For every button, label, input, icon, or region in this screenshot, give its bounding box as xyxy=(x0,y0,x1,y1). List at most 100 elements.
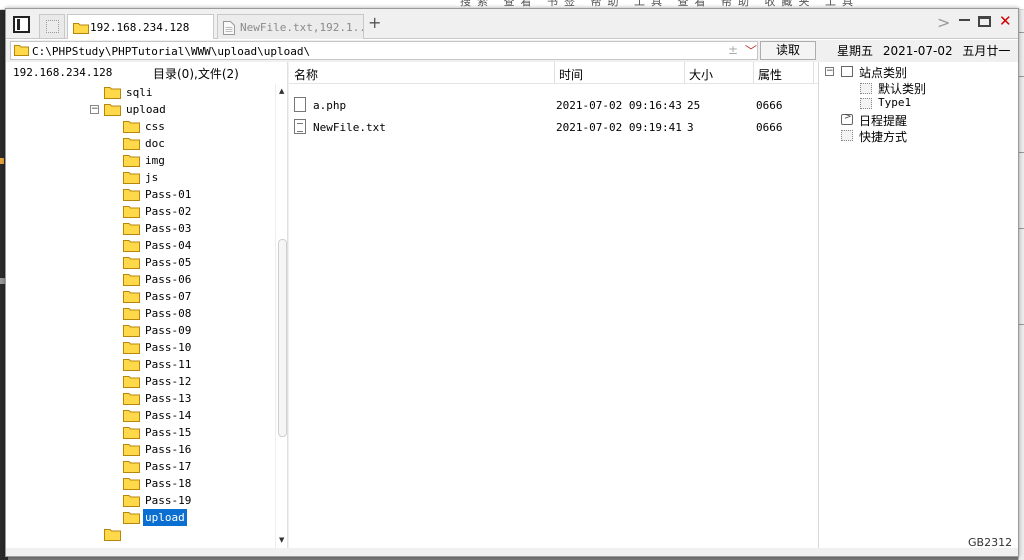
collapse-icon[interactable]: − xyxy=(90,105,99,114)
server-ip: 192.168.234.128 xyxy=(13,66,113,79)
text-file-icon xyxy=(294,119,306,134)
folder-icon xyxy=(123,426,140,444)
folder-icon xyxy=(123,358,140,376)
tree-item-label: Pass-05 xyxy=(145,256,192,269)
shortcut-icon xyxy=(841,130,853,141)
folder-icon xyxy=(123,341,140,359)
column-attr[interactable]: 属性 xyxy=(758,66,782,83)
folder-icon xyxy=(104,86,121,104)
site-panel: − 站点类别 默认类别 Type1 日程提醒 快捷方式 xyxy=(819,62,1018,548)
file-manager-window: 192.168.234.128 NewFile.txt,192.1... + >… xyxy=(5,8,1019,557)
date-info: 星期五 2021-07-02 五月廿一 xyxy=(837,42,1016,59)
favorite-icon[interactable]: ± xyxy=(728,43,738,57)
file-time: 2021-07-02 09:16:43 xyxy=(556,99,682,112)
close-button[interactable]: ✕ xyxy=(999,12,1012,30)
chevron-down-icon[interactable]: ﹀ xyxy=(745,42,757,59)
directory-tree: sqli upload − css doc img js Pass-01 Pass-02 Pass… xyxy=(6,84,275,548)
column-time[interactable]: 时间 xyxy=(559,66,583,83)
path-input[interactable] xyxy=(32,43,722,59)
file-name: NewFile.txt xyxy=(313,121,386,134)
tree-item-label: img xyxy=(145,154,165,167)
tree-item-label: Pass-03 xyxy=(145,222,192,235)
file-row[interactable]: NewFile.txt 2021-07-02 09:19:41 3 0666 xyxy=(289,116,818,138)
minimize-button[interactable] xyxy=(959,19,970,21)
type1-item[interactable]: Type1 xyxy=(878,96,911,109)
tree-item-label: Pass-13 xyxy=(145,392,192,405)
folder-icon xyxy=(123,494,140,512)
tab-label: NewFile.txt,192.1... xyxy=(240,21,364,34)
folder-icon xyxy=(123,273,140,291)
file-size: 3 xyxy=(687,121,694,134)
folder-icon xyxy=(123,477,140,495)
scroll-thumb[interactable] xyxy=(278,239,287,437)
tree-item-label: Pass-09 xyxy=(145,324,192,337)
tab-label: 192.168.234.128 xyxy=(90,21,190,34)
tree-item-label: Pass-06 xyxy=(145,273,192,286)
tree-item-label: Pass-07 xyxy=(145,290,192,303)
file-list-header: 名称 时间 大小 属性 xyxy=(289,62,818,84)
folder-icon xyxy=(14,44,29,59)
folder-icon xyxy=(123,307,140,325)
default-category-icon xyxy=(860,83,872,94)
file-list: 名称 时间 大小 属性 a.php 2021-07-02 09:16:43 25… xyxy=(289,62,818,548)
site-category[interactable]: 站点类别 xyxy=(859,64,907,81)
tree-item-label: doc xyxy=(145,137,165,150)
folder-summary: 目录(0),文件(2) xyxy=(153,67,239,81)
column-name[interactable]: 名称 xyxy=(294,66,318,83)
folder-icon xyxy=(123,188,140,206)
tab-server[interactable]: 192.168.234.128 xyxy=(67,14,214,39)
tree-item-label: Pass-16 xyxy=(145,443,192,456)
file-attr: 0666 xyxy=(756,121,783,134)
tree-item-label: Pass-04 xyxy=(145,239,192,252)
type1-icon xyxy=(860,98,872,109)
panel-toggle-icon[interactable] xyxy=(13,16,30,33)
php-file-icon xyxy=(294,97,306,112)
folder-icon xyxy=(104,103,121,121)
left-panel-header: 192.168.234.128 目录(0),文件(2) xyxy=(6,62,287,84)
tree-item-label: Pass-17 xyxy=(145,460,192,473)
scroll-down-icon[interactable]: ▼ xyxy=(279,536,284,544)
folder-icon xyxy=(123,239,140,257)
tree-item-label: Pass-11 xyxy=(145,358,192,371)
scroll-up-icon[interactable]: ▲ xyxy=(279,87,284,95)
tree-item-label: Pass-10 xyxy=(145,341,192,354)
shortcuts[interactable]: 快捷方式 xyxy=(859,128,907,145)
folder-icon xyxy=(123,290,140,308)
tree-item-label: Pass-12 xyxy=(145,375,192,388)
file-row[interactable]: a.php 2021-07-02 09:16:43 25 0666 xyxy=(289,94,818,116)
folder-icon xyxy=(123,256,140,274)
file-name: a.php xyxy=(313,99,347,112)
schedule-reminder[interactable]: 日程提醒 xyxy=(859,112,907,129)
tab-newfile[interactable]: NewFile.txt,192.1... xyxy=(217,14,364,39)
schedule-icon xyxy=(841,112,853,125)
tree-item-label: Pass-02 xyxy=(145,205,192,218)
tab-blank[interactable] xyxy=(39,14,65,38)
add-tab-button[interactable]: + xyxy=(368,13,381,32)
folder-icon xyxy=(123,375,140,393)
tree-item-label: css xyxy=(145,120,165,133)
maximize-button[interactable] xyxy=(978,16,991,27)
folder-icon xyxy=(73,21,89,37)
tree-item-label: Pass-01 xyxy=(145,188,192,201)
folder-icon xyxy=(123,392,140,410)
title-bar: 192.168.234.128 NewFile.txt,192.1... + >… xyxy=(6,9,1018,39)
encoding-label[interactable]: GB2312 xyxy=(968,536,1012,549)
lunar-date-label: 五月廿一 xyxy=(962,44,1011,58)
folder-icon xyxy=(123,171,140,189)
address-row: ± ﹀ 读取 星期五 2021-07-02 五月廿一 xyxy=(6,40,1018,62)
file-time: 2021-07-02 09:19:41 xyxy=(556,121,682,134)
column-size[interactable]: 大小 xyxy=(689,66,713,83)
tree-scrollbar[interactable]: ▲ ▼ xyxy=(275,84,287,548)
tree-item-label: sqli xyxy=(126,86,153,99)
file-attr: 0666 xyxy=(756,99,783,112)
read-button[interactable]: 读取 xyxy=(760,41,816,60)
collapse-icon[interactable]: − xyxy=(825,67,834,76)
tree-item-label: js xyxy=(145,171,159,184)
folder-icon xyxy=(123,205,140,223)
tree-item-label: Pass-14 xyxy=(145,409,192,422)
tree-item-label: upload xyxy=(143,509,187,526)
chevron-right-icon[interactable]: > xyxy=(937,13,950,32)
address-bar: ± ﹀ xyxy=(10,41,758,60)
default-category[interactable]: 默认类别 xyxy=(878,80,926,97)
tree-item-label: upload xyxy=(126,103,166,116)
